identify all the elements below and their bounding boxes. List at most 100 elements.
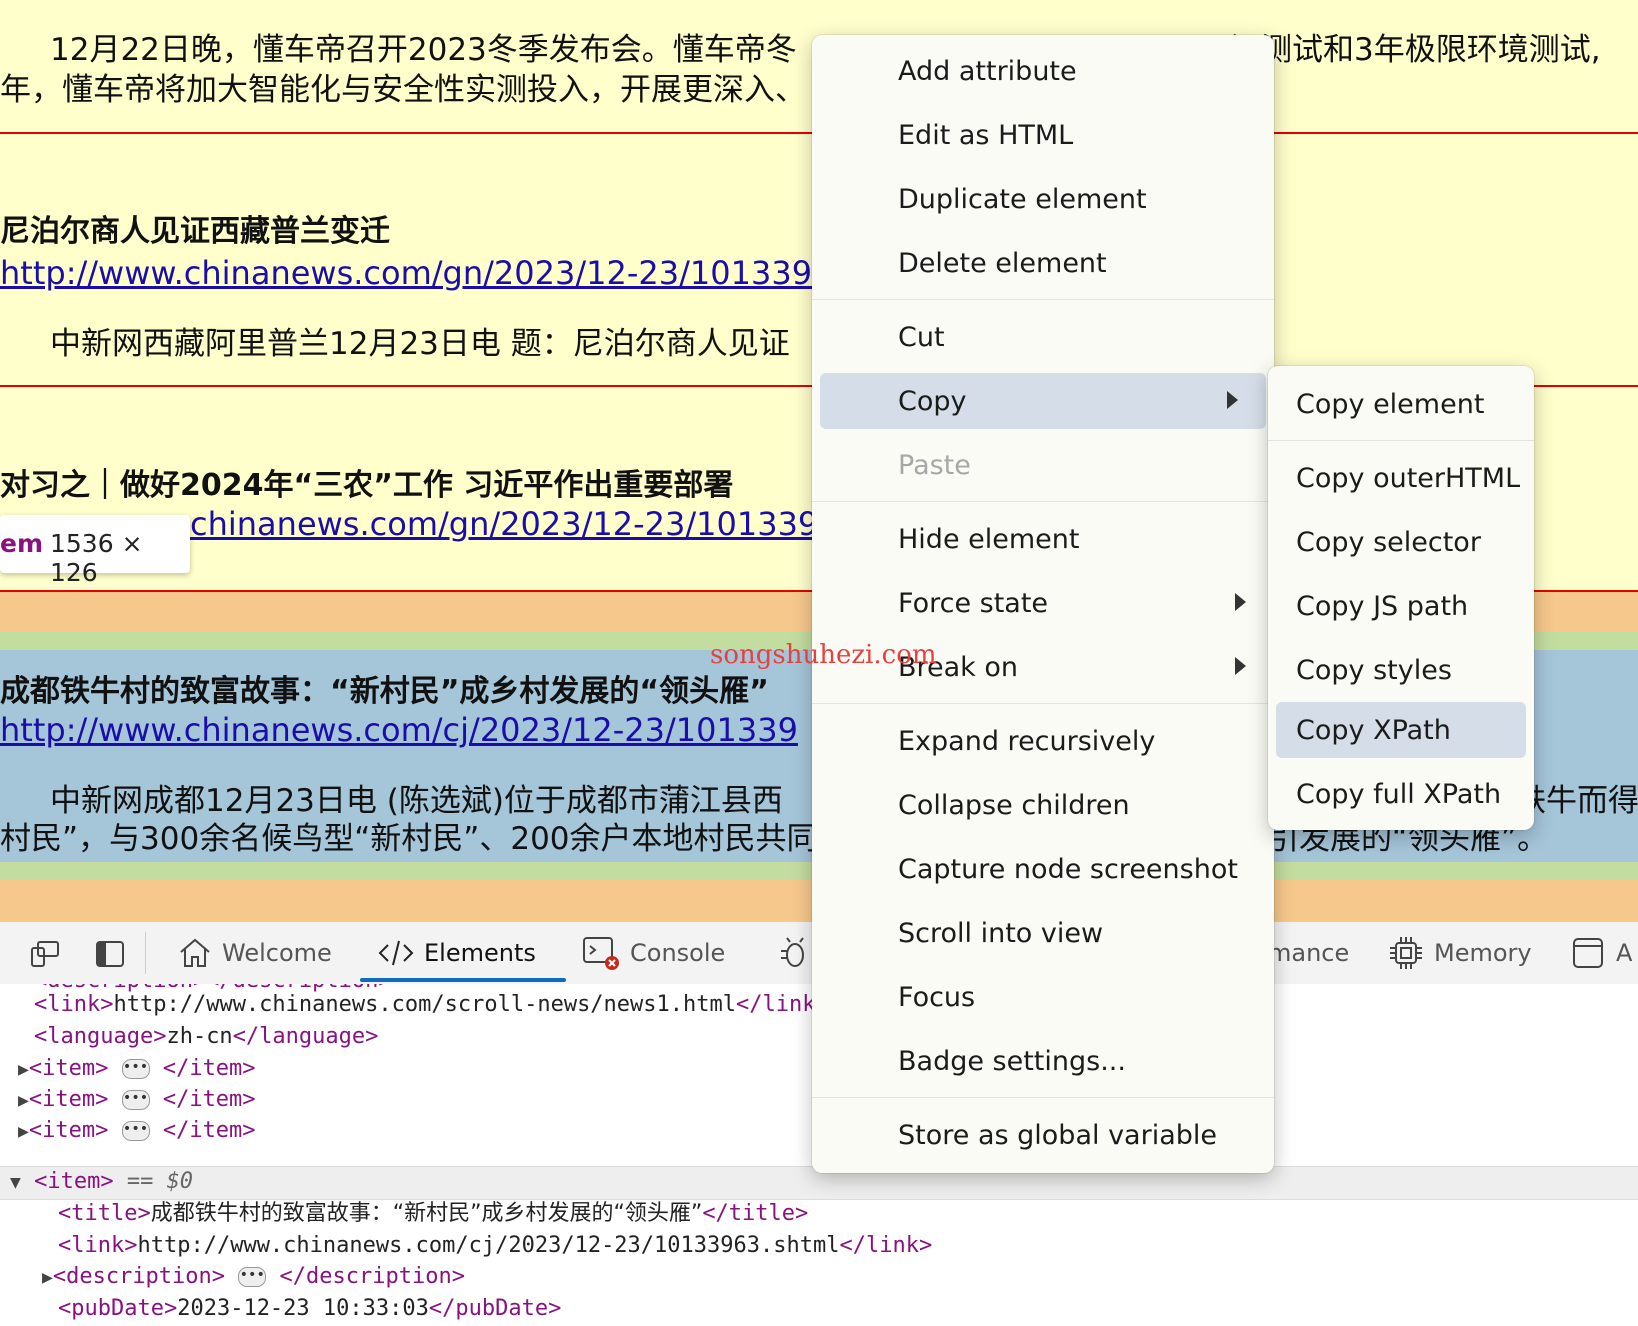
dom-node-item-selected[interactable]: ▼ <item> == $0: [10, 1167, 193, 1197]
article-link[interactable]: http://www.chinanews.com/gn/2023/12-23/1…: [0, 254, 812, 292]
tag: </language>: [232, 1024, 379, 1049]
dom-node[interactable]: <link>http://www.chinanews.com/cj/2023/1…: [58, 1231, 932, 1261]
tag: </item>: [162, 1118, 256, 1143]
tab-welcome[interactable]: Welcome: [178, 922, 332, 984]
menu-item-badge-settings[interactable]: Badge settings...: [812, 1033, 1274, 1089]
copy-submenu: Copy element Copy outerHTML Copy selecto…: [1268, 366, 1534, 830]
menu-item-edit-as-html[interactable]: Edit as HTML: [812, 107, 1274, 163]
dom-node-item[interactable]: ▶<item> ••• </item>: [18, 1085, 256, 1115]
node-text: http://www.chinanews.com/cj/2023/12-23/1…: [137, 1233, 840, 1258]
collapse-triangle-icon[interactable]: ▼: [10, 1168, 21, 1198]
dom-node[interactable]: <pubDate>2023-12-23 10:33:03</pubDate>: [58, 1294, 561, 1324]
dom-node[interactable]: <title>成都铁牛村的致富故事：“新村民”成乡村发展的“领头雁”</titl…: [58, 1199, 808, 1229]
tag: <title>: [58, 1201, 151, 1226]
menu-item-copy[interactable]: Copy: [820, 373, 1266, 429]
watermark: songshuhezi.com: [710, 640, 937, 670]
tag: </description>: [279, 1264, 465, 1289]
dom-node[interactable]: <language>zh-cn</language>: [34, 1022, 378, 1052]
menu-item-cut[interactable]: Cut: [812, 309, 1274, 365]
tooltip-dimensions: 1536 × 126: [50, 529, 143, 587]
application-icon: [1573, 938, 1603, 968]
device-emulation-icon[interactable]: [30, 940, 60, 968]
article-text: 温测试和3年极限环境测试,: [1230, 32, 1601, 68]
menu-separator: [1268, 440, 1534, 441]
tab-label: Console: [630, 939, 726, 967]
ellipsis-badge[interactable]: •••: [121, 1059, 150, 1079]
tag: <item>: [28, 1118, 109, 1143]
dom-node-item[interactable]: ▶<item> ••• </item>: [18, 1054, 256, 1084]
dom-node-item[interactable]: ▶<item> ••• </item>: [18, 1116, 256, 1146]
ellipsis-badge[interactable]: •••: [121, 1090, 150, 1110]
tabbar-divider: [145, 932, 146, 974]
menu-separator: [812, 703, 1274, 704]
submenu-arrow-icon: [1227, 391, 1238, 409]
node-text: http://www.chinanews.com/scroll-news/new…: [113, 992, 737, 1017]
tag: <item>: [34, 1169, 114, 1194]
menu-item-store-as-global-variable[interactable]: Store as global variable: [812, 1107, 1274, 1163]
submenu-item-copy-outerhtml[interactable]: Copy outerHTML: [1268, 450, 1534, 506]
menu-item-force-state[interactable]: Force state: [812, 575, 1274, 631]
menu-item-hide-element[interactable]: Hide element: [812, 511, 1274, 567]
menu-item-delete-element[interactable]: Delete element: [812, 235, 1274, 291]
article-link[interactable]: http://www.chinanews.com/cj/2023/12-23/1…: [0, 711, 798, 749]
active-tab-indicator: [360, 978, 566, 982]
tab-label: Memory: [1434, 939, 1532, 967]
menu-item-scroll-into-view[interactable]: Scroll into view: [812, 905, 1274, 961]
tag: </item>: [162, 1087, 256, 1112]
console-icon: [583, 937, 619, 970]
submenu-item-copy-selector[interactable]: Copy selector: [1268, 514, 1534, 570]
submenu-item-copy-element[interactable]: Copy element: [1268, 376, 1534, 432]
menu-separator: [812, 299, 1274, 300]
expand-triangle-icon[interactable]: ▶: [42, 1263, 53, 1293]
ellipsis-badge[interactable]: •••: [121, 1121, 150, 1141]
tab-elements[interactable]: Elements: [378, 922, 536, 984]
tag: </item>: [162, 1056, 256, 1081]
menu-item-add-attribute[interactable]: Add attribute: [812, 43, 1274, 99]
expand-triangle-icon[interactable]: ▶: [18, 1055, 29, 1085]
submenu-item-copy-styles[interactable]: Copy styles: [1268, 642, 1534, 698]
tab-performance[interactable]: mance: [1268, 922, 1349, 984]
tab-application[interactable]: A: [1572, 922, 1632, 984]
submenu-item-copy-xpath[interactable]: Copy XPath: [1276, 702, 1526, 758]
tag: <link>: [34, 992, 114, 1017]
bug-icon[interactable]: [778, 936, 812, 970]
menu-item-collapse-children[interactable]: Collapse children: [812, 777, 1274, 833]
article-text: 年，懂车帝将加大智能化与安全性实测投入，开展更深入、: [0, 72, 806, 108]
tab-memory[interactable]: Memory: [1388, 922, 1532, 984]
element-tooltip: em 1536 × 126: [0, 515, 190, 587]
dom-node[interactable]: ▶<description> ••• </description>: [42, 1262, 465, 1292]
tab-label: A: [1616, 939, 1633, 967]
selected-marker: == $0: [126, 1169, 194, 1194]
expand-triangle-icon[interactable]: ▶: [18, 1086, 29, 1116]
menu-separator: [812, 501, 1274, 502]
ellipsis-badge[interactable]: •••: [238, 1267, 267, 1287]
tab-label: Elements: [424, 939, 536, 967]
tag: </pubDate>: [428, 1296, 562, 1321]
article-title: 对习之｜做好2024年“三农”工作 习近平作出重要部署: [0, 468, 734, 503]
menu-item-paste: Paste: [898, 449, 971, 481]
submenu-arrow-icon: [1235, 657, 1246, 675]
tag: </title>: [702, 1201, 809, 1226]
article-text: 中新网西藏阿里普兰12月23日电 题：尼泊尔商人见证: [50, 326, 790, 362]
menu-item-duplicate-element[interactable]: Duplicate element: [812, 171, 1274, 227]
menu-item-label: Copy: [898, 385, 967, 417]
context-menu: Add attribute Edit as HTML Duplicate ele…: [812, 35, 1274, 1173]
menu-separator: [812, 1097, 1274, 1098]
article-title: 成都铁牛村的致富故事：“新村民”成乡村发展的“领头雁”: [0, 674, 769, 709]
tooltip-tag: em: [0, 529, 44, 558]
tab-console[interactable]: Console: [582, 922, 725, 984]
submenu-item-copy-js-path[interactable]: Copy JS path: [1268, 578, 1534, 634]
article-link[interactable]: chinanews.com/gn/2023/12-23/101339: [190, 505, 818, 543]
menu-item-focus[interactable]: Focus: [812, 969, 1274, 1025]
tab-label: Welcome: [222, 939, 332, 967]
dock-side-icon[interactable]: [95, 940, 125, 968]
menu-item-capture-node-screenshot[interactable]: Capture node screenshot: [812, 841, 1274, 897]
submenu-arrow-icon: [1235, 593, 1246, 611]
submenu-item-copy-full-xpath[interactable]: Copy full XPath: [1268, 766, 1534, 822]
menu-item-expand-recursively[interactable]: Expand recursively: [812, 713, 1274, 769]
article-text: 村民”，与300余名候鸟型“新村民”、200余户本地村民共同: [0, 821, 818, 857]
tag: <description>: [52, 1264, 226, 1289]
node-text: 成都铁牛村的致富故事：“新村民”成乡村发展的“领头雁”: [150, 1201, 703, 1226]
dom-node[interactable]: <link>http://www.chinanews.com/scroll-ne…: [34, 990, 816, 1020]
expand-triangle-icon[interactable]: ▶: [18, 1117, 29, 1147]
